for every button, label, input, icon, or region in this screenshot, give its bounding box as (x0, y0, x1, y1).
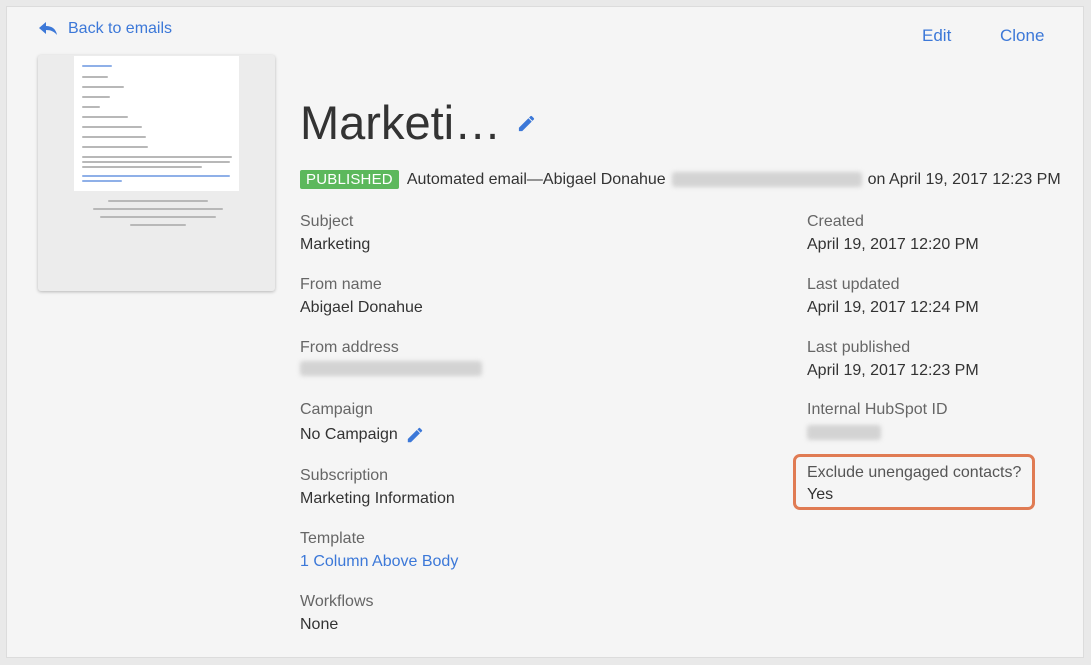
email-preview-thumbnail[interactable] (38, 55, 275, 291)
last-published-field: Last published April 19, 2017 12:23 PM (807, 338, 979, 381)
subject-value: Marketing (300, 236, 371, 253)
created-field: Created April 19, 2017 12:20 PM (807, 212, 979, 255)
from-name-field: From name Abigael Donahue (300, 275, 423, 318)
from-name-value: Abigael Donahue (300, 299, 423, 316)
campaign-value: No Campaign (300, 426, 398, 443)
back-to-emails-link[interactable]: Back to emails (38, 20, 172, 38)
clone-button[interactable]: Clone (1000, 26, 1044, 46)
subject-field: Subject Marketing (300, 212, 370, 255)
template-field: Template 1 Column Above Body (300, 529, 458, 572)
workflows-value: None (300, 616, 339, 633)
email-type-and-owner: Automated email—Abigael Donahue (406, 170, 666, 188)
subscription-field: Subscription Marketing Information (300, 466, 455, 509)
edit-title-pencil-icon[interactable] (517, 114, 536, 133)
hubspot-id-field: Internal HubSpot ID (807, 400, 948, 440)
last-updated-label: Last updated (807, 276, 900, 293)
hubspot-id-label: Internal HubSpot ID (807, 401, 948, 418)
last-published-label: Last published (807, 339, 911, 356)
email-title: Marketi… (300, 96, 502, 149)
created-label: Created (807, 213, 864, 230)
email-preview-paper (74, 56, 239, 191)
from-address-value (300, 361, 482, 376)
from-address-field: From address (300, 338, 482, 376)
redacted-owner-email (671, 172, 862, 187)
campaign-label: Campaign (300, 401, 373, 418)
last-published-value: April 19, 2017 12:23 PM (807, 362, 979, 379)
subscription-value: Marketing Information (300, 490, 455, 507)
template-link[interactable]: 1 Column Above Body (300, 552, 458, 572)
workflows-field: Workflows None (300, 592, 374, 635)
redacted-hubspot-id (807, 425, 881, 440)
template-label: Template (300, 530, 365, 547)
edit-button[interactable]: Edit (922, 26, 951, 46)
reply-arrow-icon (39, 22, 57, 35)
last-updated-field: Last updated April 19, 2017 12:24 PM (807, 275, 979, 318)
published-date: on April 19, 2017 12:23 PM (867, 170, 1061, 188)
from-address-label: From address (300, 339, 399, 356)
subscription-label: Subscription (300, 467, 389, 484)
exclude-unengaged-highlight-box (793, 454, 1035, 510)
workflows-label: Workflows (300, 593, 374, 610)
edit-campaign-pencil-icon[interactable] (406, 426, 424, 444)
redacted-from-address (300, 361, 482, 376)
published-status-badge: PUBLISHED (300, 170, 399, 189)
from-name-label: From name (300, 276, 382, 293)
hubspot-id-value (807, 423, 948, 440)
last-updated-value: April 19, 2017 12:24 PM (807, 299, 979, 316)
subject-label: Subject (300, 213, 354, 230)
created-value: April 19, 2017 12:20 PM (807, 236, 979, 253)
campaign-field: Campaign No Campaign (300, 400, 424, 445)
back-to-emails-label: Back to emails (68, 20, 173, 37)
